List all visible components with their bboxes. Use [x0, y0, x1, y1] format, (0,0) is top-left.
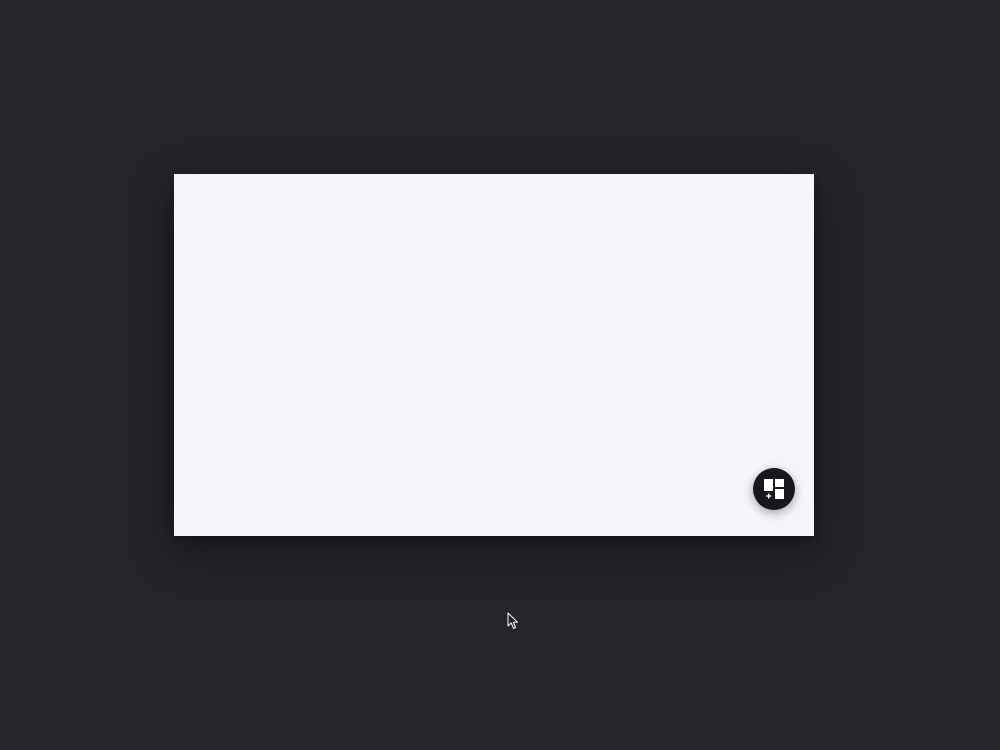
add-widget-button[interactable]	[753, 468, 795, 510]
desktop-background	[0, 0, 1000, 750]
blank-canvas[interactable]	[174, 174, 814, 536]
mouse-pointer-icon	[507, 612, 518, 629]
add-widget-icon	[764, 479, 784, 499]
